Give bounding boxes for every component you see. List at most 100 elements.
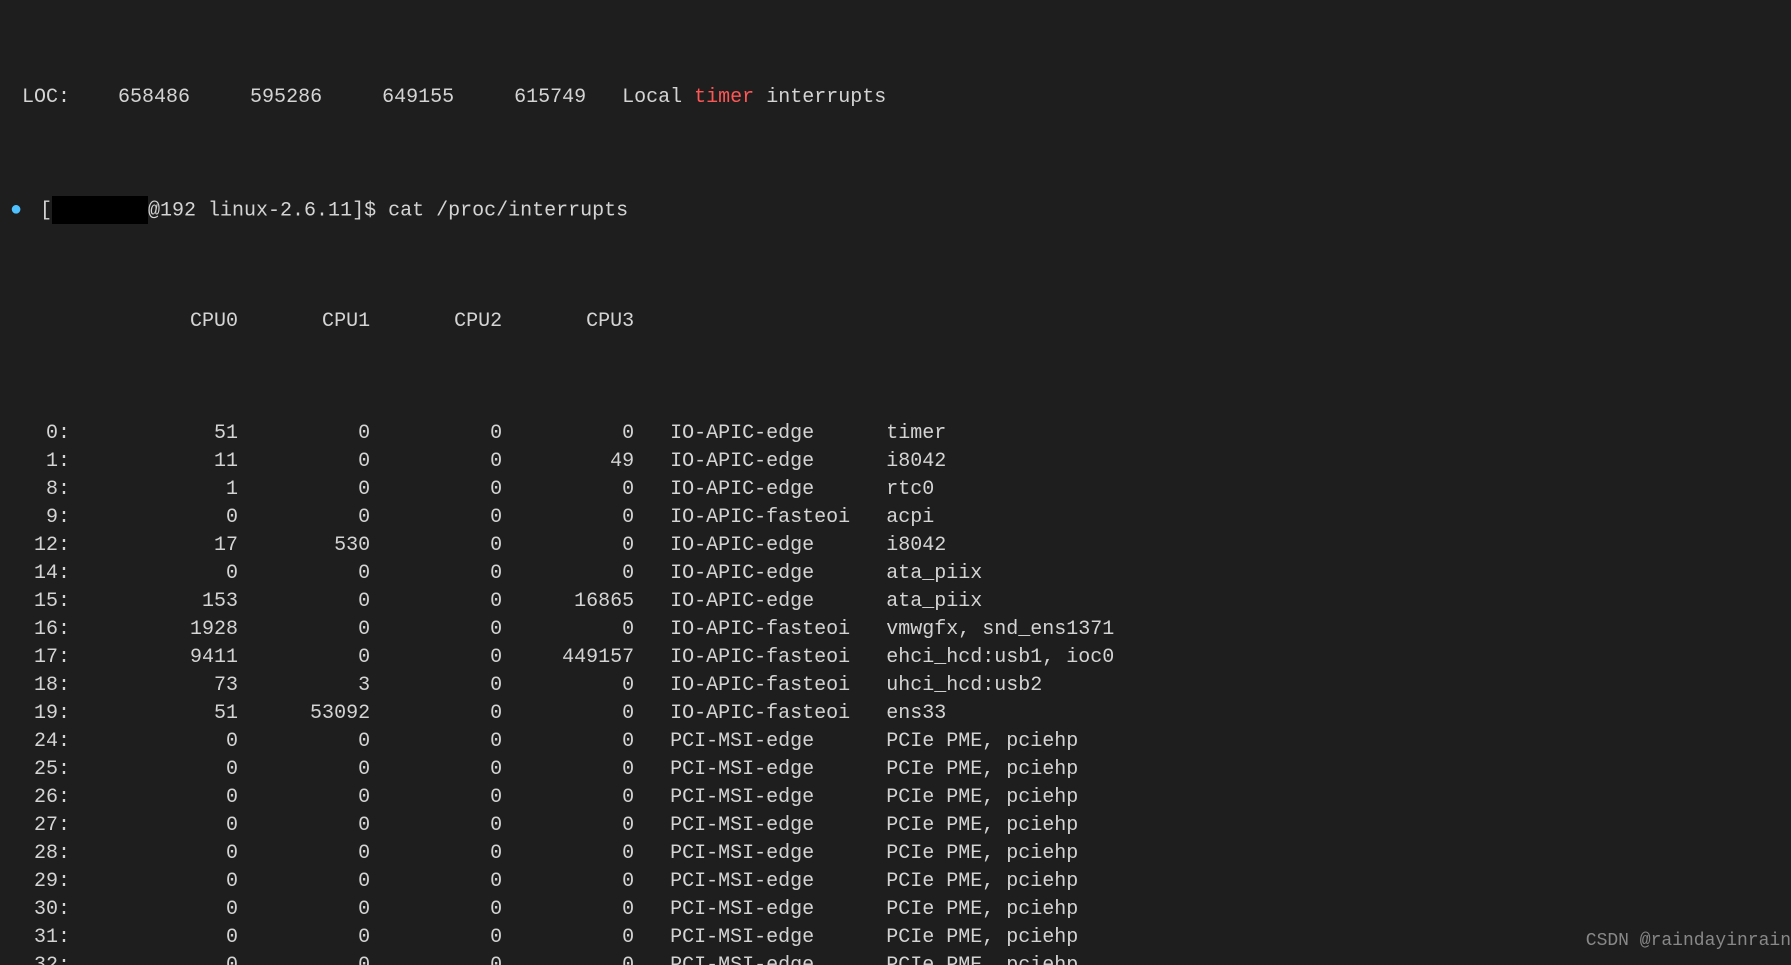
cpu1-val: 0 — [238, 842, 370, 865]
irq-num: 12: — [10, 534, 70, 557]
cpu2-val: 0 — [370, 590, 502, 613]
irq-num: 24: — [10, 730, 70, 753]
table-row: 27: 0 0 0 0 PCI-MSI-edge PCIe PME, pcieh… — [10, 812, 1791, 840]
irq-type: PCI-MSI-edge — [670, 758, 886, 781]
cpu0-val: 0 — [70, 954, 238, 965]
loc-text-b: interrupts — [754, 86, 886, 109]
cpu1-val: 3 — [238, 674, 370, 697]
irq-num: 0: — [10, 422, 70, 445]
irq-type: PCI-MSI-edge — [670, 842, 886, 865]
cpu0-val: 0 — [70, 506, 238, 529]
irq-device: acpi — [886, 506, 934, 529]
table-row: 30: 0 0 0 0 PCI-MSI-edge PCIe PME, pcieh… — [10, 896, 1791, 924]
irq-num: 1: — [10, 450, 70, 473]
irq-device: ata_piix — [886, 562, 982, 585]
irq-type: IO-APIC-edge — [670, 478, 886, 501]
cpu0-val: 0 — [70, 926, 238, 949]
cpu2-val: 0 — [370, 450, 502, 473]
cpu0-val: 17 — [70, 534, 238, 557]
loc-cpu2: 649155 — [322, 86, 454, 109]
cpu1-val: 0 — [238, 478, 370, 501]
cpu1-val: 0 — [238, 506, 370, 529]
loc-cpu1: 595286 — [190, 86, 322, 109]
table-row: 19: 51 53092 0 0 IO-APIC-fasteoi ens33 — [10, 700, 1791, 728]
cpu2-val: 0 — [370, 562, 502, 585]
cpu1-val: 0 — [238, 786, 370, 809]
cpu0-val: 51 — [70, 422, 238, 445]
changed-indicator-icon: ● — [10, 197, 28, 225]
irq-device: PCIe PME, pciehp — [886, 870, 1078, 893]
irq-type: IO-APIC-edge — [670, 590, 886, 613]
loc-text-red: timer — [694, 86, 754, 109]
cpu3-val: 0 — [502, 674, 634, 697]
irq-num: 25: — [10, 758, 70, 781]
irq-device: PCIe PME, pciehp — [886, 898, 1078, 921]
hdr-cpu1: CPU1 — [238, 310, 370, 333]
irq-type: PCI-MSI-edge — [670, 926, 886, 949]
cpu2-val: 0 — [370, 842, 502, 865]
cpu1-val: 0 — [238, 618, 370, 641]
irq-type: IO-APIC-fasteoi — [670, 702, 886, 725]
cpu3-val: 0 — [502, 898, 634, 921]
cpu1-val: 0 — [238, 758, 370, 781]
table-row: 0: 51 0 0 0 IO-APIC-edge timer — [10, 420, 1791, 448]
cpu1-val: 0 — [238, 814, 370, 837]
cpu3-val: 0 — [502, 618, 634, 641]
cpu3-val: 0 — [502, 422, 634, 445]
cpu3-val: 449157 — [502, 646, 634, 669]
cpu0-val: 0 — [70, 562, 238, 585]
cpu3-val: 16865 — [502, 590, 634, 613]
table-row: 26: 0 0 0 0 PCI-MSI-edge PCIe PME, pcieh… — [10, 784, 1791, 812]
irq-num: 26: — [10, 786, 70, 809]
cpu0-val: 0 — [70, 730, 238, 753]
prompt-line: ● [xxxxxxxx@192 linux-2.6.11]$ cat /proc… — [10, 196, 1791, 224]
prompt-post: @192 linux-2.6.11]$ — [148, 199, 388, 222]
cpu3-val: 0 — [502, 562, 634, 585]
cpu2-val: 0 — [370, 926, 502, 949]
irq-num: 19: — [10, 702, 70, 725]
cpu2-val: 0 — [370, 478, 502, 501]
cpu1-val: 0 — [238, 562, 370, 585]
irq-device: i8042 — [886, 450, 946, 473]
irq-num: 15: — [10, 590, 70, 613]
table-row: 25: 0 0 0 0 PCI-MSI-edge PCIe PME, pcieh… — [10, 756, 1791, 784]
cpu2-val: 0 — [370, 422, 502, 445]
cpu0-val: 0 — [70, 842, 238, 865]
cpu2-val: 0 — [370, 702, 502, 725]
cpu0-val: 51 — [70, 702, 238, 725]
cpu2-val: 0 — [370, 786, 502, 809]
irq-type: PCI-MSI-edge — [670, 898, 886, 921]
table-row: 17: 9411 0 0 449157 IO-APIC-fasteoi ehci… — [10, 644, 1791, 672]
table-row: 29: 0 0 0 0 PCI-MSI-edge PCIe PME, pcieh… — [10, 868, 1791, 896]
cpu1-val: 0 — [238, 870, 370, 893]
terminal-output[interactable]: LOC: 658486 595286 649155 615749 Local t… — [0, 0, 1791, 965]
cpu2-val: 0 — [370, 730, 502, 753]
cpu0-val: 0 — [70, 814, 238, 837]
irq-device: i8042 — [886, 534, 946, 557]
cpu0-val: 0 — [70, 786, 238, 809]
table-row: 16: 1928 0 0 0 IO-APIC-fasteoi vmwgfx, s… — [10, 616, 1791, 644]
irq-type: PCI-MSI-edge — [670, 870, 886, 893]
cpu0-val: 11 — [70, 450, 238, 473]
table-row: 18: 73 3 0 0 IO-APIC-fasteoi uhci_hcd:us… — [10, 672, 1791, 700]
irq-num: 8: — [10, 478, 70, 501]
irq-num: 17: — [10, 646, 70, 669]
cpu0-val: 1 — [70, 478, 238, 501]
cpu0-val: 153 — [70, 590, 238, 613]
irq-type: IO-APIC-edge — [670, 422, 886, 445]
cpu0-val: 1928 — [70, 618, 238, 641]
table-row: 28: 0 0 0 0 PCI-MSI-edge PCIe PME, pcieh… — [10, 840, 1791, 868]
irq-device: PCIe PME, pciehp — [886, 758, 1078, 781]
cpu3-val: 0 — [502, 786, 634, 809]
cpu0-val: 9411 — [70, 646, 238, 669]
cpu1-val: 0 — [238, 450, 370, 473]
hdr-cpu3: CPU3 — [502, 310, 634, 333]
cpu1-val: 0 — [238, 926, 370, 949]
irq-device: uhci_hcd:usb2 — [886, 674, 1042, 697]
cpu2-val: 0 — [370, 898, 502, 921]
irq-device: ens33 — [886, 702, 946, 725]
cpu2-val: 0 — [370, 674, 502, 697]
irq-type: IO-APIC-edge — [670, 534, 886, 557]
cpu3-val: 0 — [502, 478, 634, 501]
loc-text-a: Local — [622, 86, 694, 109]
